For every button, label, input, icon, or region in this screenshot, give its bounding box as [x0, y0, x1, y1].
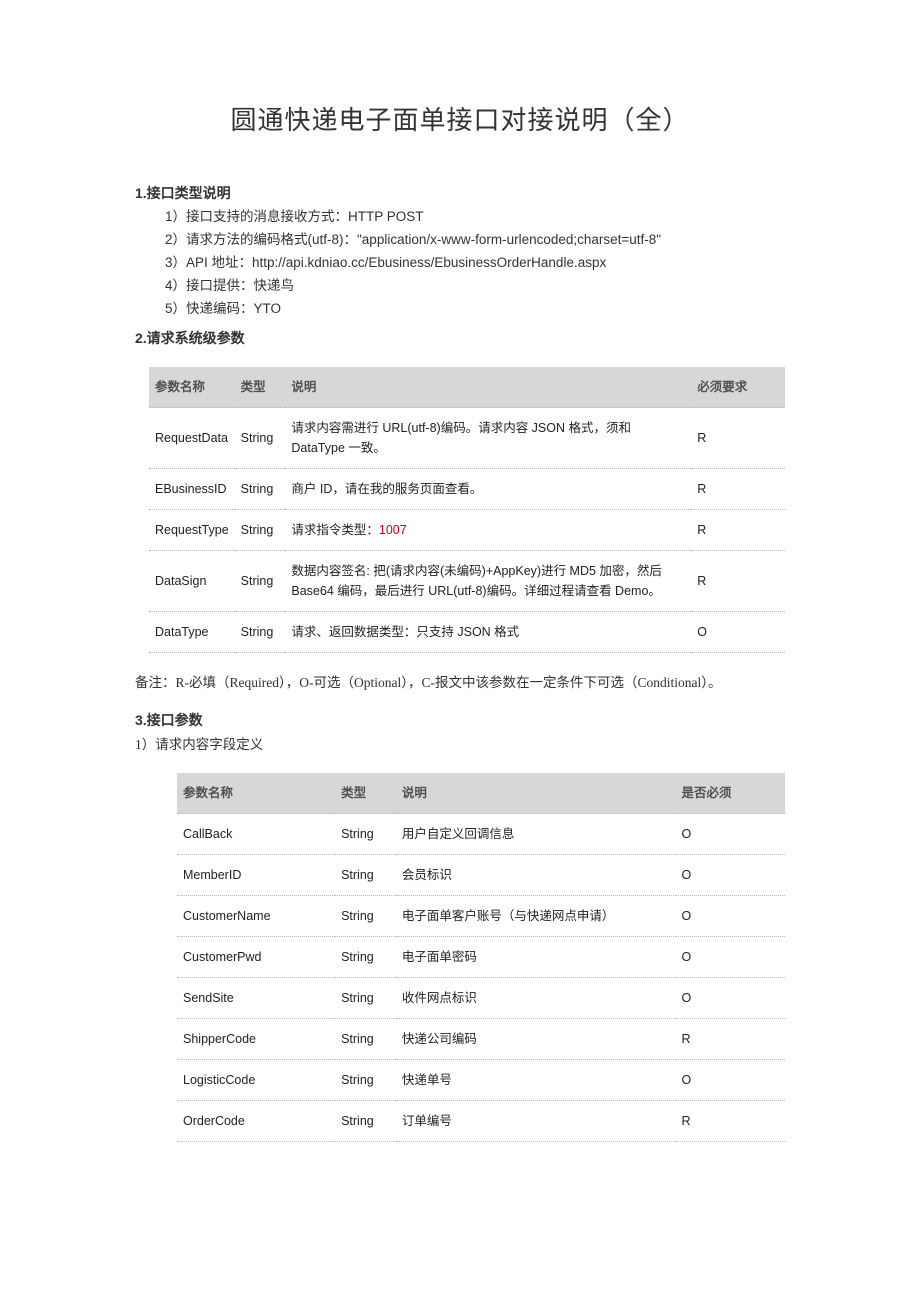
cell-req: R	[676, 1101, 785, 1142]
cell-desc: 请求、返回数据类型：只支持 JSON 格式	[285, 612, 691, 653]
cell-type: String	[235, 551, 286, 612]
cell-type: String	[335, 1101, 396, 1142]
cell-type: String	[335, 896, 396, 937]
cell-name: CustomerPwd	[177, 937, 335, 978]
cell-name: CustomerName	[177, 896, 335, 937]
col-header-name: 参数名称	[149, 367, 235, 408]
cell-name: SendSite	[177, 978, 335, 1019]
cell-name: ShipperCode	[177, 1019, 335, 1060]
cell-name: EBusinessID	[149, 469, 235, 510]
cell-desc: 请求内容需进行 URL(utf-8)编码。请求内容 JSON 格式，须和 Dat…	[285, 408, 691, 469]
note-text: 备注：R-必填（Required），O-可选（Optional），C-报文中该参…	[135, 671, 785, 695]
col-header-desc: 说明	[285, 367, 691, 408]
col-header-type: 类型	[235, 367, 286, 408]
cell-type: String	[335, 1060, 396, 1101]
cell-name: CallBack	[177, 814, 335, 855]
cell-desc: 快递公司编码	[396, 1019, 676, 1060]
col-header-name: 参数名称	[177, 773, 335, 814]
col-header-req: 是否必须	[676, 773, 785, 814]
section3-heading: 3.接口参数	[135, 709, 785, 731]
cell-name: RequestType	[149, 510, 235, 551]
section3-sub: 1）请求内容字段定义	[135, 734, 785, 756]
table-row: CustomerPwdString电子面单密码O	[177, 937, 785, 978]
col-header-req: 必须要求	[691, 367, 785, 408]
cell-req: O	[676, 1060, 785, 1101]
table-row: RequestType String 请求指令类型：1007 R	[149, 510, 785, 551]
cell-req: O	[676, 896, 785, 937]
col-header-type: 类型	[335, 773, 396, 814]
table-row: OrderCodeString订单编号R	[177, 1101, 785, 1142]
cell-desc: 会员标识	[396, 855, 676, 896]
cell-name: RequestData	[149, 408, 235, 469]
table-row: EBusinessID String 商户 ID，请在我的服务页面查看。 R	[149, 469, 785, 510]
cell-req: O	[676, 855, 785, 896]
table-row: DataSign String 数据内容签名: 把(请求内容(未编码)+AppK…	[149, 551, 785, 612]
cell-req: R	[691, 551, 785, 612]
cell-desc: 收件网点标识	[396, 978, 676, 1019]
list-item: 5）快递编码：YTO	[135, 298, 785, 321]
table-row: DataType String 请求、返回数据类型：只支持 JSON 格式 O	[149, 612, 785, 653]
cell-desc: 商户 ID，请在我的服务页面查看。	[285, 469, 691, 510]
cell-type: String	[235, 510, 286, 551]
red-text: 1007	[379, 523, 407, 537]
cell-desc: 电子面单密码	[396, 937, 676, 978]
table-row: RequestData String 请求内容需进行 URL(utf-8)编码。…	[149, 408, 785, 469]
cell-desc: 电子面单客户账号（与快递网点申请）	[396, 896, 676, 937]
cell-desc: 数据内容签名: 把(请求内容(未编码)+AppKey)进行 MD5 加密，然后 …	[285, 551, 691, 612]
table-row: SendSiteString收件网点标识O	[177, 978, 785, 1019]
system-params-table: 参数名称 类型 说明 必须要求 RequestData String 请求内容需…	[149, 367, 785, 653]
cell-name: DataSign	[149, 551, 235, 612]
col-header-desc: 说明	[396, 773, 676, 814]
cell-type: String	[335, 937, 396, 978]
cell-type: String	[235, 612, 286, 653]
cell-name: MemberID	[177, 855, 335, 896]
list-item: 1）接口支持的消息接收方式：HTTP POST	[135, 206, 785, 229]
cell-type: String	[335, 855, 396, 896]
table-row: MemberIDString会员标识O	[177, 855, 785, 896]
cell-name: LogisticCode	[177, 1060, 335, 1101]
table-row: CallBackString用户自定义回调信息O	[177, 814, 785, 855]
table-header-row: 参数名称 类型 说明 必须要求	[149, 367, 785, 408]
cell-req: O	[676, 937, 785, 978]
page-title: 圆通快递电子面单接口对接说明（全）	[135, 100, 785, 142]
table-header-row: 参数名称 类型 说明 是否必须	[177, 773, 785, 814]
cell-type: String	[335, 978, 396, 1019]
list-item: 4）接口提供：快递鸟	[135, 275, 785, 298]
cell-desc: 用户自定义回调信息	[396, 814, 676, 855]
cell-name: OrderCode	[177, 1101, 335, 1142]
cell-req: O	[691, 612, 785, 653]
cell-req: R	[691, 510, 785, 551]
list-item: 3）API 地址：http://api.kdniao.cc/Ebusiness/…	[135, 252, 785, 275]
cell-req: O	[676, 814, 785, 855]
table-row: LogisticCodeString快递单号O	[177, 1060, 785, 1101]
cell-req: R	[676, 1019, 785, 1060]
cell-req: R	[691, 408, 785, 469]
cell-type: String	[235, 408, 286, 469]
cell-req: R	[691, 469, 785, 510]
cell-desc: 订单编号	[396, 1101, 676, 1142]
section1-heading: 1.接口类型说明	[135, 182, 785, 204]
cell-type: String	[235, 469, 286, 510]
cell-req: O	[676, 978, 785, 1019]
table-row: ShipperCodeString快递公司编码R	[177, 1019, 785, 1060]
cell-type: String	[335, 814, 396, 855]
table-row: CustomerNameString电子面单客户账号（与快递网点申请）O	[177, 896, 785, 937]
cell-type: String	[335, 1019, 396, 1060]
cell-desc: 请求指令类型：1007	[285, 510, 691, 551]
section2-heading: 2.请求系统级参数	[135, 327, 785, 349]
cell-desc: 快递单号	[396, 1060, 676, 1101]
interface-params-table: 参数名称 类型 说明 是否必须 CallBackString用户自定义回调信息O…	[177, 773, 785, 1142]
cell-name: DataType	[149, 612, 235, 653]
list-item: 2）请求方法的编码格式(utf-8)："application/x-www-fo…	[135, 229, 785, 252]
